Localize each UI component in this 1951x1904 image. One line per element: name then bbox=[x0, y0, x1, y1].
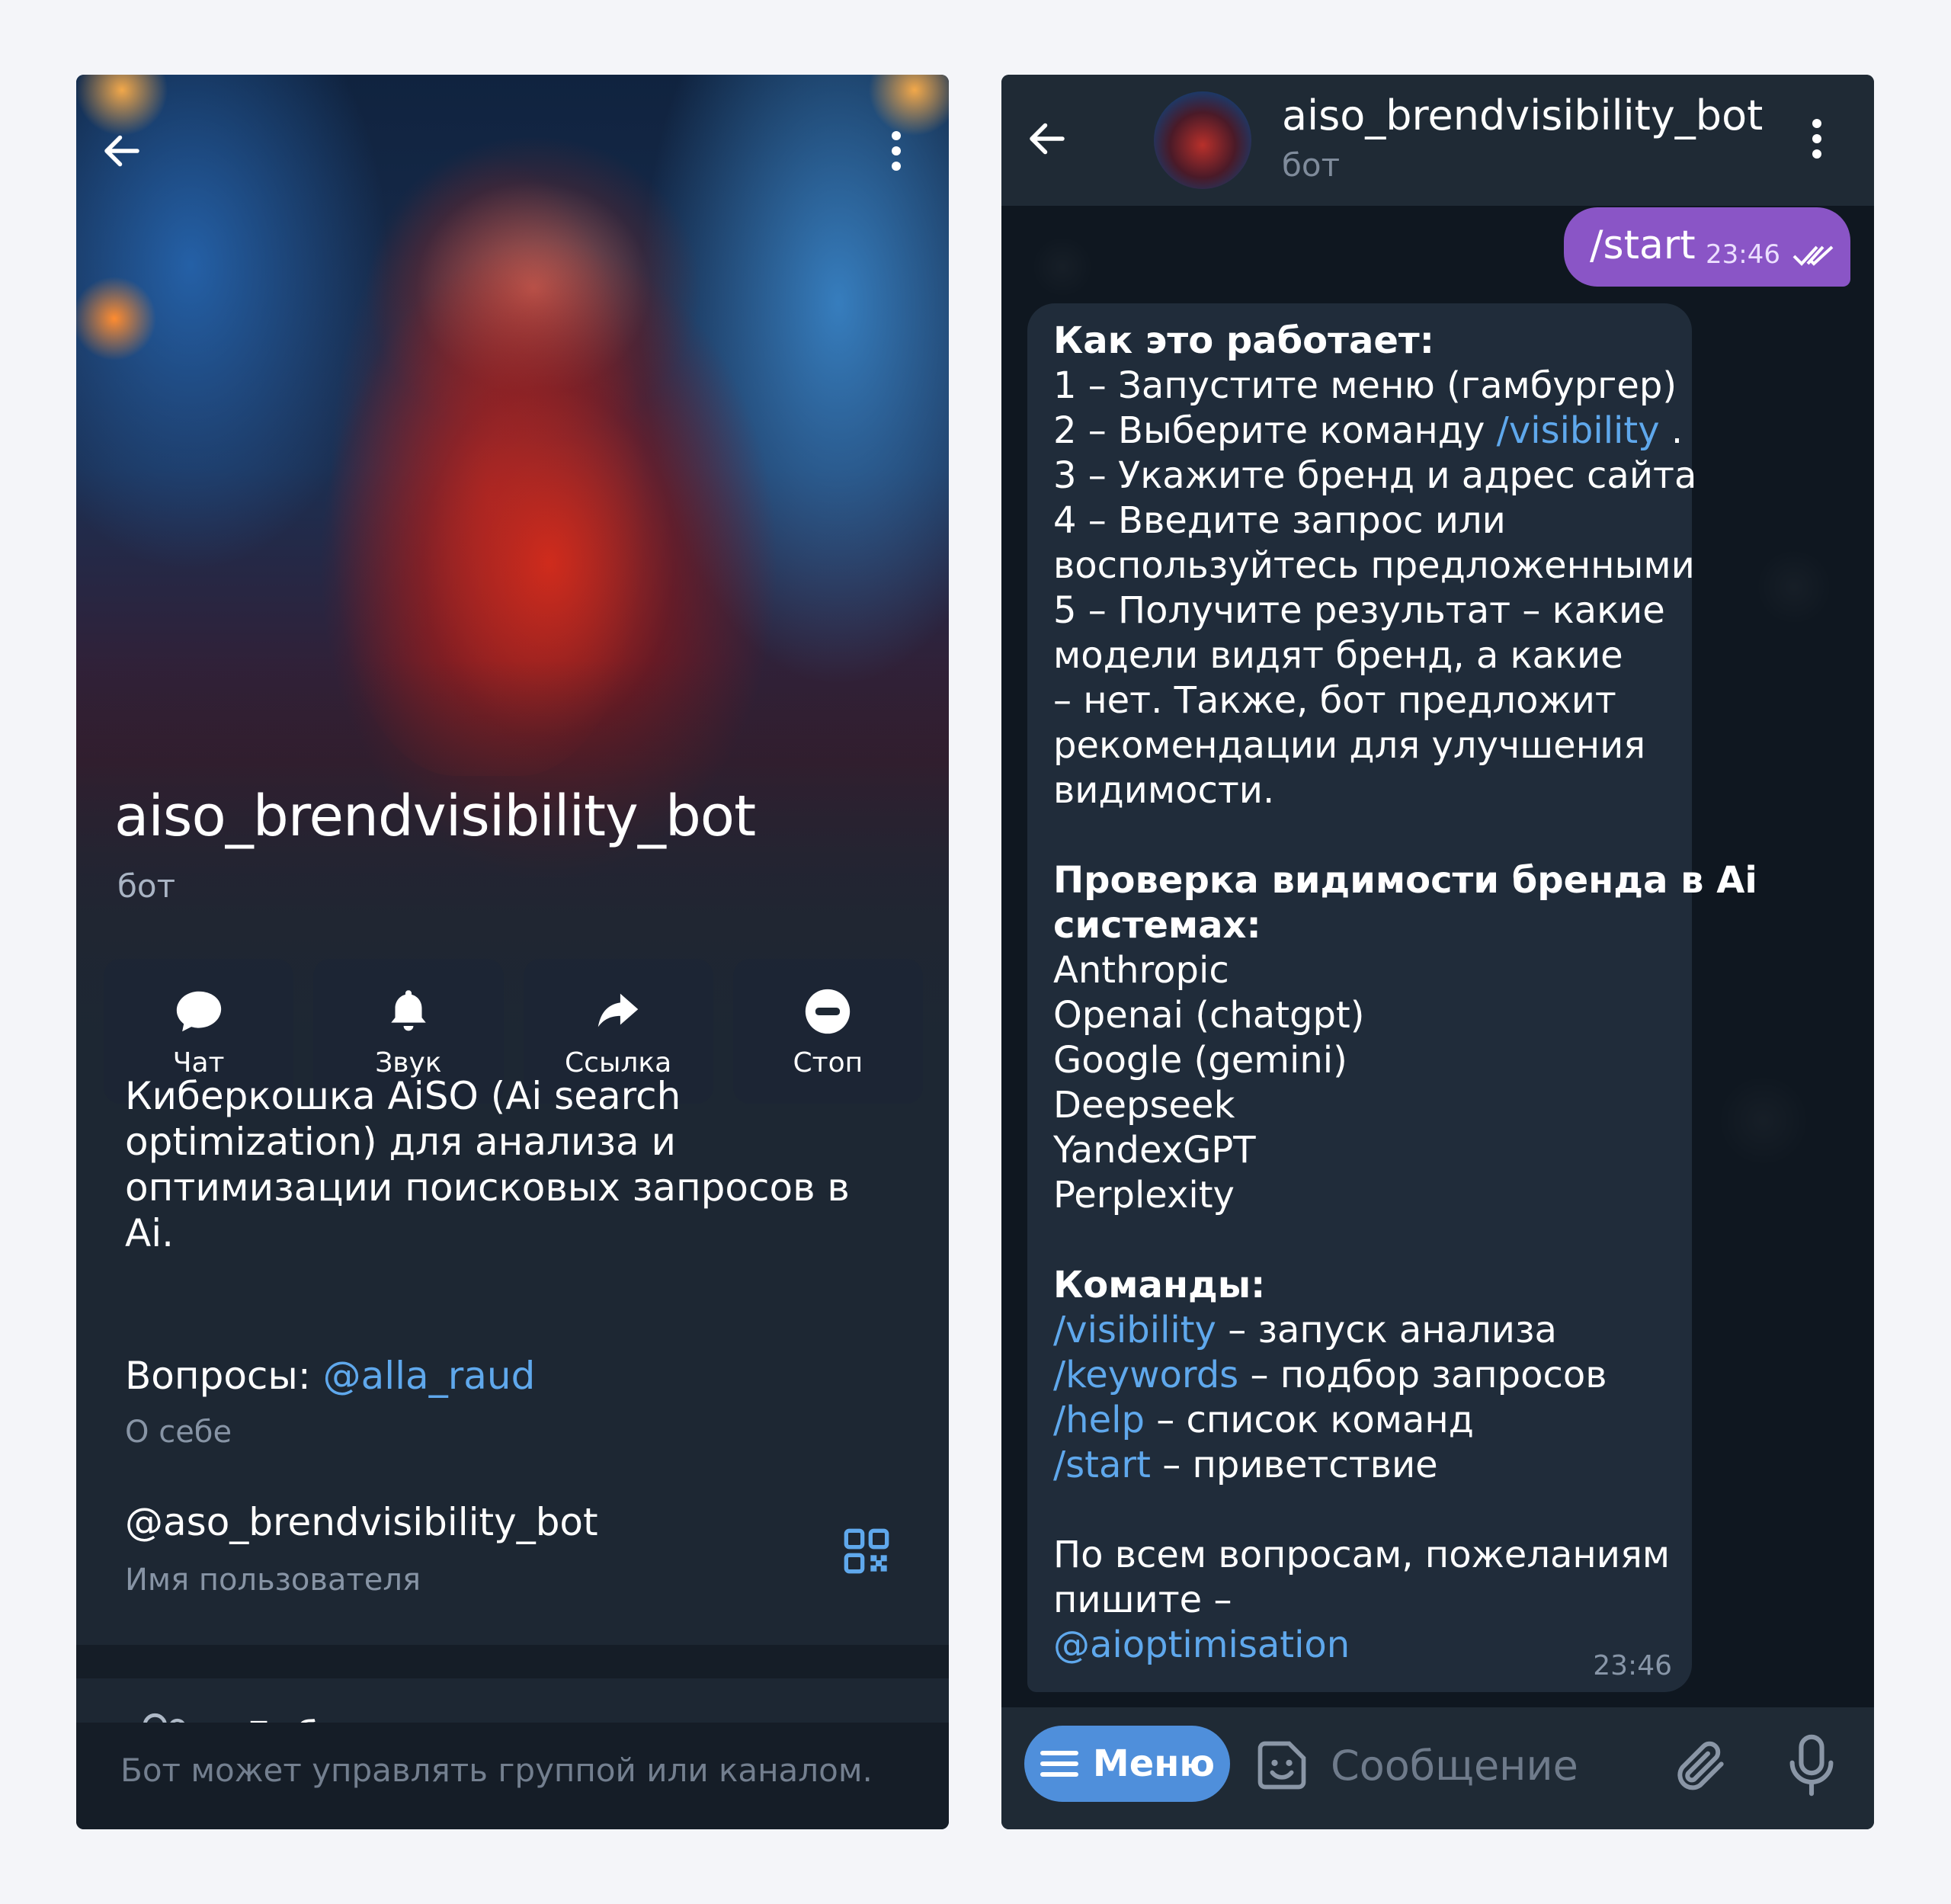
outgoing-message[interactable]: /start 23:46 bbox=[1564, 207, 1850, 287]
qr-code-icon[interactable] bbox=[842, 1527, 891, 1575]
step-line: видимости. bbox=[1053, 769, 1275, 812]
message-input[interactable] bbox=[1329, 1730, 1652, 1800]
bot-chat-screen: aiso_brendvisibility_bot бот /start 23:4… bbox=[1001, 75, 1874, 1829]
stop-icon bbox=[806, 989, 851, 1034]
vertical-dots-icon bbox=[892, 131, 901, 171]
questions-prefix: Вопросы: bbox=[125, 1354, 323, 1398]
visibility-check-heading: Проверка видимости бренда в Ai bbox=[1053, 859, 1757, 902]
step-line: 3 – Укажите бренд и адрес сайта bbox=[1053, 454, 1697, 497]
command-line: /keywords – подбор запросов bbox=[1053, 1354, 1607, 1396]
contact-mention-link[interactable]: @aioptimisation bbox=[1053, 1623, 1678, 1668]
visibility-check-heading-2: системах: bbox=[1053, 904, 1261, 947]
vertical-dots-icon bbox=[1812, 119, 1821, 159]
incoming-message[interactable]: Как это работает: 1 – Запустите меню (га… bbox=[1027, 303, 1757, 1692]
profile-action-buttons: Чат Звук Ссылка Стоп bbox=[104, 883, 923, 1104]
message-input-bar: Меню bbox=[1001, 1707, 1874, 1829]
back-button[interactable] bbox=[91, 120, 152, 181]
step-line: 1 – Запустите меню (гамбургер) bbox=[1053, 364, 1677, 407]
chat-bubble-icon bbox=[176, 991, 221, 1031]
chat-header: aiso_brendvisibility_bot бот bbox=[1001, 75, 1874, 206]
profile-name: aiso_brendvisibility_bot bbox=[114, 784, 756, 849]
step-line: модели видят бренд, а какие bbox=[1053, 634, 1623, 677]
questions-contact-link[interactable]: @alla_raud bbox=[323, 1354, 536, 1398]
chat-subtitle: бот bbox=[1282, 146, 1341, 184]
step-line: 5 – Получите результат – какие bbox=[1053, 589, 1665, 632]
sticker-emoji-icon[interactable] bbox=[1253, 1736, 1311, 1794]
commands-heading: Команды: bbox=[1053, 1264, 1266, 1306]
command-link[interactable]: /start bbox=[1053, 1444, 1151, 1486]
step-line: воспользуйтесь предложенными bbox=[1053, 544, 1695, 587]
command-link[interactable]: /keywords bbox=[1053, 1354, 1238, 1396]
more-options-button[interactable] bbox=[866, 120, 927, 181]
outgoing-message-text: /start bbox=[1590, 223, 1696, 268]
questions-line: Вопросы: @alla_raud bbox=[125, 1354, 535, 1398]
step-line: 4 – Введите запрос или bbox=[1053, 499, 1506, 542]
about-label: О себе bbox=[125, 1415, 232, 1450]
footer-line: пишите – bbox=[1053, 1579, 1232, 1621]
ai-system-item: Perplexity bbox=[1053, 1174, 1235, 1216]
command-link[interactable]: /visibility bbox=[1053, 1309, 1216, 1351]
how-it-works-heading: Как это работает: bbox=[1053, 319, 1434, 362]
back-arrow-icon bbox=[1030, 123, 1065, 155]
chat-title[interactable]: aiso_brendvisibility_bot bbox=[1282, 91, 1763, 139]
username-label: Имя пользователя bbox=[125, 1563, 421, 1598]
hamburger-icon bbox=[1040, 1751, 1078, 1777]
menu-button-label: Меню bbox=[1092, 1742, 1216, 1785]
chat-back-button[interactable] bbox=[1017, 108, 1078, 169]
step-line: 2 – Выберите команду /visibility . bbox=[1053, 409, 1683, 452]
share-arrow-icon bbox=[597, 993, 639, 1027]
ai-system-item: Anthropic bbox=[1053, 949, 1229, 992]
bot-management-note: Бот может управлять группой или каналом. bbox=[76, 1723, 949, 1829]
chat-more-button[interactable] bbox=[1786, 108, 1847, 169]
bell-icon bbox=[391, 989, 426, 1031]
username-value[interactable]: @aso_brendvisibility_bot bbox=[125, 1500, 598, 1544]
incoming-message-body: Как это работает: 1 – Запустите меню (га… bbox=[1053, 319, 1757, 1668]
visibility-command-link[interactable]: /visibility bbox=[1497, 409, 1660, 452]
step-line: рекомендации для улучшения bbox=[1053, 724, 1646, 767]
bot-profile-screen: aiso_brendvisibility_bot бот Чат Звук Сс… bbox=[76, 75, 949, 1829]
ai-system-item: Openai (chatgpt) bbox=[1053, 994, 1365, 1037]
attach-paperclip-icon[interactable] bbox=[1671, 1735, 1732, 1796]
ai-system-item: Deepseek bbox=[1053, 1084, 1235, 1127]
footer-line: По всем вопросам, пожеланиям bbox=[1053, 1534, 1671, 1576]
command-line: /help – список команд bbox=[1053, 1399, 1474, 1441]
ai-system-item: Google (gemini) bbox=[1053, 1039, 1347, 1082]
command-link[interactable]: /help bbox=[1053, 1399, 1145, 1441]
bot-menu-button[interactable]: Меню bbox=[1024, 1726, 1230, 1802]
command-line: /visibility – запуск анализа bbox=[1053, 1309, 1557, 1351]
bot-management-note-text: Бот может управлять группой или каналом. bbox=[120, 1752, 873, 1789]
outgoing-message-time: 23:46 bbox=[1706, 239, 1780, 270]
incoming-message-time: 23:46 bbox=[1593, 1650, 1672, 1681]
microphone-icon[interactable] bbox=[1785, 1732, 1838, 1799]
back-arrow-icon bbox=[104, 135, 139, 167]
bot-avatar[interactable] bbox=[1154, 91, 1251, 189]
step-line: – нет. Также, бот предложит bbox=[1053, 679, 1616, 722]
double-check-icon bbox=[1792, 245, 1834, 266]
command-line: /start – приветствие bbox=[1053, 1444, 1438, 1486]
ai-system-item: YandexGPT bbox=[1053, 1129, 1256, 1172]
bot-description: Киберкошка AiSO (Ai search optimization)… bbox=[125, 1074, 850, 1255]
